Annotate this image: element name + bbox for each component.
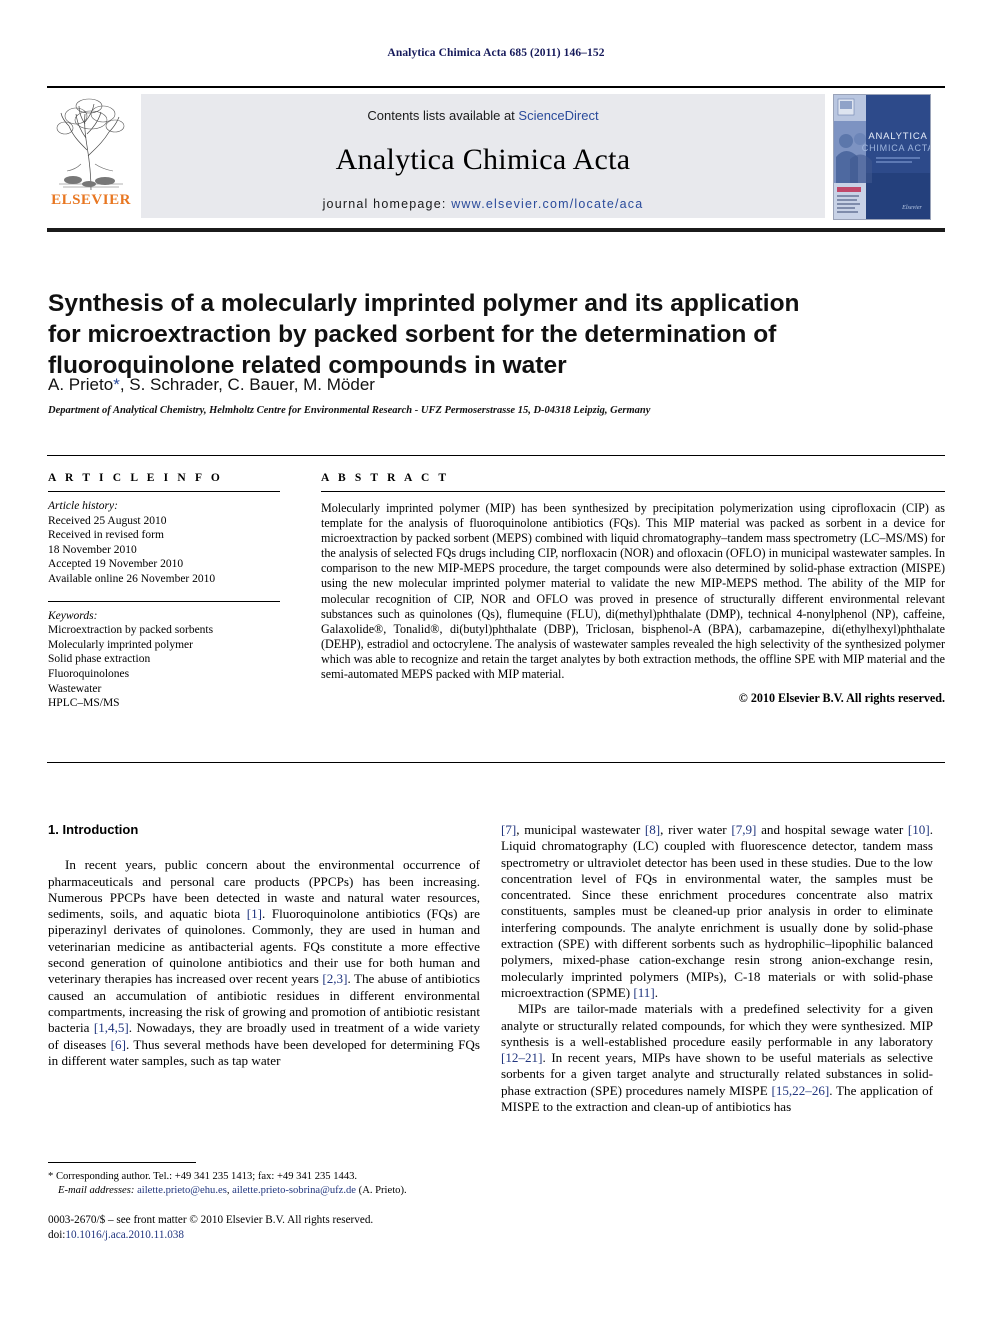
article-info-rule: [48, 491, 280, 492]
email-link-secondary[interactable]: ailette.prieto-sobrina@ufz.de: [232, 1185, 356, 1196]
page-footer: 0003-2670/$ – see front matter © 2010 El…: [48, 1213, 518, 1242]
masthead-top-rule: [47, 86, 945, 88]
email-owner: (A. Prieto).: [356, 1184, 407, 1196]
body-column-right: [7], municipal wastewater [8], river wat…: [501, 822, 933, 1115]
masthead-banner: Contents lists available at ScienceDirec…: [141, 94, 825, 218]
article-info-label: A R T I C L E I N F O: [48, 472, 223, 484]
svg-text:ANALYTICA: ANALYTICA: [868, 131, 927, 142]
history-item: Accepted 19 November 2010: [48, 558, 184, 571]
journal-homepage-link[interactable]: www.elsevier.com/locate/aca: [451, 197, 643, 211]
email-addresses-label: E-mail addresses:: [58, 1184, 135, 1196]
intro-paragraph-1-continued: [7], municipal wastewater [8], river wat…: [501, 822, 933, 1001]
keywords-group: Keywords: Microextraction by packed sorb…: [48, 609, 280, 711]
intro-text: and hospital sewage water: [756, 822, 908, 837]
doi-link[interactable]: 10.1016/j.aca.2010.11.038: [65, 1229, 184, 1241]
section-heading-introduction: 1. Introduction: [48, 822, 139, 837]
keyword-item: Microextraction by packed sorbents: [48, 624, 214, 637]
intro-text: , municipal wastewater: [516, 822, 645, 837]
intro-text: . Liquid chromatography (LC) coupled wit…: [501, 822, 933, 1000]
citation-link[interactable]: [12–21]: [501, 1050, 542, 1065]
corresponding-author-footnote: * Corresponding author. Tel.: +49 341 23…: [48, 1170, 488, 1197]
svg-text:CHIMICA ACTA: CHIMICA ACTA: [862, 143, 930, 153]
citation-link[interactable]: [11]: [633, 985, 654, 1000]
citation-link[interactable]: [7,9]: [731, 822, 756, 837]
journal-homepage-line: journal homepage: www.elsevier.com/locat…: [141, 197, 825, 211]
page-title: Synthesis of a molecularly imprinted pol…: [48, 290, 800, 380]
history-item: Received in revised form: [48, 529, 164, 542]
elsevier-logo: ELSEVIER: [47, 92, 135, 220]
email-link-primary[interactable]: ailette.prieto@ehu.es: [137, 1185, 227, 1196]
citation-link[interactable]: [1,4,5]: [94, 1020, 129, 1035]
doi-label: doi:: [48, 1228, 66, 1241]
keywords-rule: [48, 600, 280, 602]
article-history-label: Article history:: [48, 500, 118, 512]
history-item: Available online 26 November 2010: [48, 572, 216, 585]
citation-link[interactable]: [7]: [501, 822, 516, 837]
history-item: Received 25 August 2010: [48, 514, 167, 527]
keyword-item: Wastewater: [48, 682, 102, 695]
footnote-line-1: * Corresponding author. Tel.: +49 341 23…: [48, 1170, 488, 1184]
keyword-item: Fluoroquinolones: [48, 667, 130, 680]
history-item: 18 November 2010: [48, 543, 137, 556]
article-history-group: Article history: Received 25 August 2010…: [48, 499, 280, 587]
article-info-column: A R T I C L E I N F O Article history: R…: [48, 472, 280, 711]
contents-prefix: Contents lists available at: [367, 108, 519, 123]
author-list: A. Prieto*, S. Schrader, C. Bauer, M. Mö…: [48, 375, 838, 395]
citation-link[interactable]: [6]: [111, 1037, 126, 1052]
abstract-text: Molecularly imprinted polymer (MIP) has …: [321, 501, 945, 682]
intro-paragraph-1: In recent years, public concern about th…: [48, 857, 480, 1069]
elsevier-tree-icon: [51, 94, 131, 194]
intro-text: , river water: [660, 822, 732, 837]
citation-link[interactable]: [15,22–26]: [771, 1083, 829, 1098]
running-head: Analytica Chimica Acta 685 (2011) 146–15…: [387, 47, 605, 59]
keyword-item: Solid phase extraction: [48, 653, 151, 666]
author-rest: , S. Schrader, C. Bauer, M. Möder: [119, 375, 375, 394]
keywords-label: Keywords:: [48, 609, 98, 622]
abstract-column: A B S T R A C T Molecularly imprinted po…: [321, 472, 945, 706]
tree-figure-icon: [51, 94, 131, 194]
issn-front-matter: 0003-2670/$ – see front matter © 2010 El…: [48, 1214, 374, 1226]
intro-text: MIPs are tailor-made materials with a pr…: [501, 1001, 933, 1049]
journal-cover-image: ANALYTICA CHIMICA ACTA Elsevier: [834, 95, 930, 219]
elsevier-wordmark: ELSEVIER: [51, 192, 131, 208]
corresponding-author-marker[interactable]: *: [113, 375, 120, 394]
citation-link[interactable]: [2,3]: [322, 971, 347, 986]
footnote-contact: Corresponding author. Tel.: +49 341 235 …: [53, 1171, 358, 1182]
affiliation: Department of Analytical Chemistry, Helm…: [48, 405, 651, 416]
homepage-prefix: journal homepage:: [322, 197, 452, 211]
citation-link[interactable]: [8]: [645, 822, 660, 837]
body-column-left: 1. Introduction In recent years, public …: [48, 822, 480, 1069]
author-corresponding: A. Prieto: [48, 375, 114, 394]
sciencedirect-link[interactable]: ScienceDirect: [518, 108, 598, 123]
abstract-rule: [321, 491, 945, 492]
info-abstract-bottom-rule: [47, 762, 945, 763]
citation-link[interactable]: [10]: [908, 822, 930, 837]
masthead-bottom-rule: [47, 228, 945, 232]
contents-available-line: Contents lists available at ScienceDirec…: [141, 108, 825, 123]
abstract-copyright: © 2010 Elsevier B.V. All rights reserved…: [738, 691, 945, 706]
intro-text: .: [654, 984, 658, 1000]
intro-paragraph-2: MIPs are tailor-made materials with a pr…: [501, 1001, 933, 1115]
abstract-label: A B S T R A C T: [321, 472, 450, 484]
footnote-line-2: E-mail addresses: ailette.prieto@ehu.es,…: [48, 1184, 488, 1198]
journal-title: Analytica Chimica Acta: [335, 143, 631, 176]
doi-line: doi:10.1016/j.aca.2010.11.038: [48, 1228, 518, 1243]
journal-article-page: Analytica Chimica Acta 685 (2011) 146–15…: [0, 0, 992, 1323]
info-abstract-top-rule: [47, 455, 945, 456]
journal-cover-thumbnail: ANALYTICA CHIMICA ACTA Elsevier: [833, 94, 931, 220]
citation-link[interactable]: [1]: [247, 906, 262, 921]
footnote-rule: [48, 1162, 196, 1163]
keyword-item: Molecularly imprinted polymer: [48, 638, 193, 651]
svg-text:Elsevier: Elsevier: [901, 205, 922, 211]
journal-masthead: ELSEVIER Contents lists available at Sci…: [47, 92, 945, 222]
keyword-item: HPLC–MS/MS: [48, 697, 120, 710]
